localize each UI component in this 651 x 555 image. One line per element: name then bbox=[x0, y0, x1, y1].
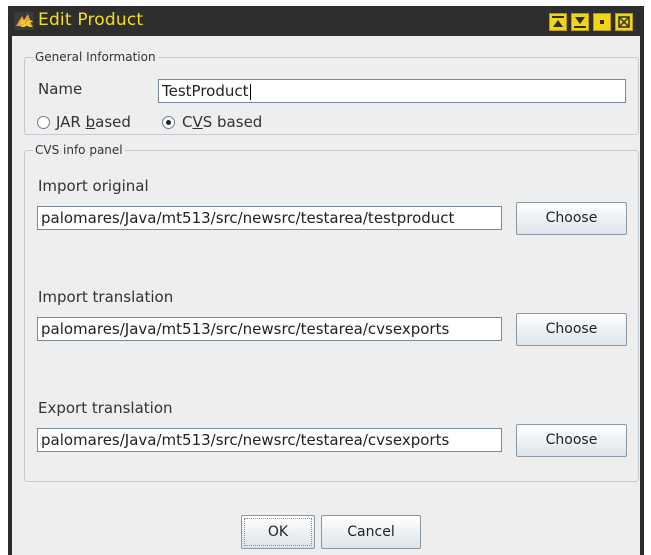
ok-button[interactable]: OK bbox=[241, 515, 315, 549]
import-original-path-field[interactable]: palomares/Java/mt513/src/newsrc/testarea… bbox=[37, 206, 502, 230]
jar-based-radio[interactable] bbox=[37, 116, 50, 129]
cvs-label-text-b: S based bbox=[202, 113, 263, 131]
minimize-button[interactable] bbox=[549, 13, 567, 31]
cvs-info-legend: CVS info panel bbox=[33, 143, 125, 157]
cvs-label-text-a: C bbox=[182, 113, 193, 131]
cancel-button[interactable]: Cancel bbox=[321, 515, 421, 549]
title-bar[interactable]: SC Edit Product bbox=[8, 6, 644, 36]
import-original-label: Import original bbox=[38, 177, 149, 195]
import-original-path-value: palomares/Java/mt513/src/newsrc/testarea… bbox=[41, 209, 455, 227]
export-translation-path-field[interactable]: palomares/Java/mt513/src/newsrc/testarea… bbox=[37, 428, 502, 452]
export-translation-path-value: palomares/Java/mt513/src/newsrc/testarea… bbox=[41, 431, 450, 449]
jar-label-text-b: ased bbox=[95, 113, 131, 131]
maximize-button[interactable] bbox=[571, 13, 589, 31]
jar-label-mnemonic: b bbox=[85, 113, 96, 131]
import-translation-choose-button[interactable]: Choose bbox=[516, 313, 627, 346]
close-icon bbox=[618, 16, 630, 28]
name-input-value: TestProduct bbox=[162, 82, 249, 100]
import-translation-path-field[interactable]: palomares/Java/mt513/src/newsrc/testarea… bbox=[37, 317, 502, 341]
jar-based-label[interactable]: JAR based bbox=[56, 113, 131, 131]
close-button[interactable] bbox=[615, 13, 633, 31]
app-icon: SC bbox=[14, 12, 34, 30]
import-translation-path-value: palomares/Java/mt513/src/newsrc/testarea… bbox=[41, 320, 450, 338]
maximize-icon bbox=[574, 17, 586, 28]
text-cursor bbox=[249, 83, 251, 100]
cvs-based-label[interactable]: CVS based bbox=[182, 113, 262, 131]
import-original-choose-button[interactable]: Choose bbox=[516, 202, 627, 235]
restore-button[interactable] bbox=[593, 13, 611, 31]
svg-text:SC: SC bbox=[20, 20, 33, 30]
cvs-based-radio[interactable] bbox=[162, 116, 175, 129]
restore-icon bbox=[600, 20, 604, 24]
general-information-legend: General Information bbox=[33, 50, 158, 64]
name-label: Name bbox=[38, 80, 83, 98]
name-input[interactable]: TestProduct bbox=[158, 79, 626, 103]
minimize-icon bbox=[552, 16, 564, 27]
jar-label-text-a: JAR bbox=[56, 113, 86, 131]
export-translation-label: Export translation bbox=[38, 399, 173, 417]
window-title: Edit Product bbox=[38, 10, 144, 30]
export-translation-choose-button[interactable]: Choose bbox=[516, 424, 627, 457]
import-translation-label: Import translation bbox=[38, 288, 174, 306]
cvs-label-mnemonic: V bbox=[192, 113, 203, 131]
